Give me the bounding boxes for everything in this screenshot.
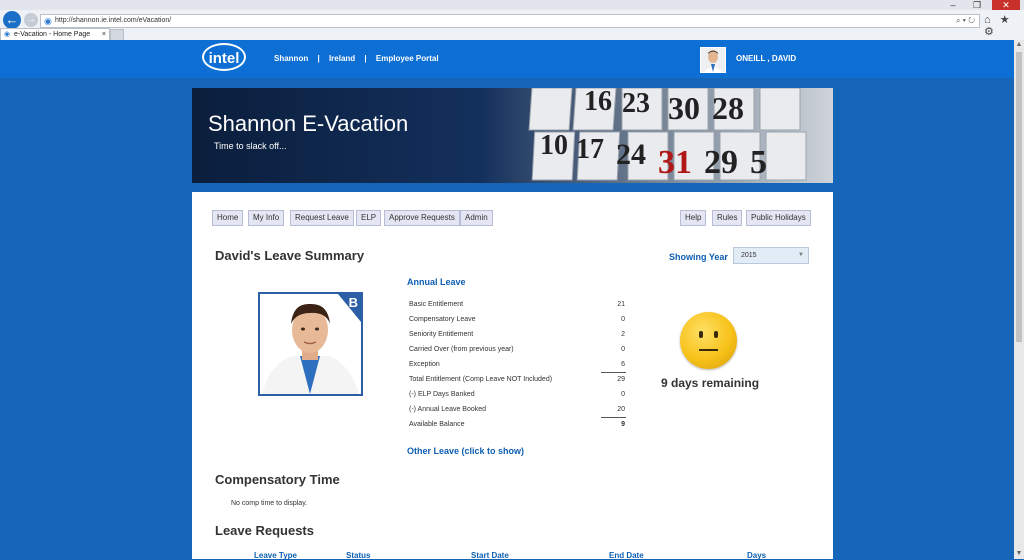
calendar-number: 10 [540, 130, 568, 161]
close-window-button[interactable]: ✕ [992, 0, 1020, 10]
address-bar[interactable]: ◉ http://shannon.ie.intel.com/eVacation/… [40, 14, 980, 28]
smiley-mouth [699, 349, 718, 351]
leave-row-label: Total Entitlement (Comp Leave NOT Includ… [409, 376, 553, 383]
banner: 16 23 30 28 10 17 24 31 29 5 Shannon E-V… [192, 88, 833, 183]
leave-row-label: (-) ELP Days Banked [409, 391, 475, 398]
restore-button[interactable]: ❐ [966, 0, 988, 10]
menu-public-holidays-button[interactable]: Public Holidays [746, 210, 811, 226]
nav-link-ireland[interactable]: Ireland [329, 54, 355, 63]
user-name[interactable]: ONEILL , DAVID [736, 54, 796, 63]
photo-badge: B [348, 295, 358, 310]
window-title-bar: – ❐ ✕ [0, 0, 1024, 10]
page-icon: ◉ [44, 16, 52, 26]
year-select-value: 2015 [741, 252, 757, 259]
calendar-number: 16 [584, 88, 612, 117]
nav-link-employee-portal[interactable]: Employee Portal [376, 54, 439, 63]
back-arrow-icon[interactable]: ← [3, 11, 21, 29]
leave-row-value: 21 [617, 301, 625, 308]
menu-admin-button[interactable]: Admin [460, 210, 493, 226]
header-nav: Shannon | Ireland | Employee Portal [274, 54, 446, 63]
neutral-face-icon [680, 312, 737, 369]
calendar-number: 24 [616, 138, 646, 171]
calendar-number: 29 [704, 144, 738, 181]
menu-home-button[interactable]: Home [212, 210, 244, 226]
site-header: intel Shannon | Ireland | Employee Porta… [0, 40, 1014, 78]
vertical-scrollbar[interactable]: ▲ ▼ [1014, 40, 1024, 559]
profile-photo-image [260, 294, 361, 394]
comp-time-empty-text: No comp time to display. [231, 500, 308, 507]
leave-row-label: Compensatory Leave [409, 316, 476, 323]
leave-row-label: (-) Annual Leave Booked [409, 406, 487, 413]
smiley-eye [714, 331, 718, 338]
scroll-down-icon[interactable]: ▼ [1014, 549, 1024, 559]
days-remaining: 9 days remaining [661, 376, 760, 390]
leave-row-label: Available Balance [409, 421, 465, 428]
subtotal-underline [601, 417, 626, 418]
nav-separator: | [364, 54, 367, 63]
showing-year-label: Showing Year [669, 252, 728, 262]
user-avatar-image [701, 48, 725, 72]
menu-request-leave-button[interactable]: Request Leave [290, 210, 354, 226]
menu-help-button[interactable]: Help [680, 210, 707, 226]
leave-row-value: 0 [621, 316, 625, 323]
smiley-eye [699, 331, 703, 338]
intel-logo[interactable]: intel [202, 43, 246, 71]
search-refresh-icon[interactable]: ⌕ ▾ ↻ [956, 15, 975, 27]
calendar-number: 30 [668, 90, 700, 126]
other-leave-link[interactable]: Other Leave (click to show) [407, 446, 524, 456]
calendar-number: 28 [712, 90, 744, 126]
nav-separator: | [317, 54, 320, 63]
minimize-button[interactable]: – [942, 0, 964, 10]
banner-tagline: Time to slack off... [214, 141, 287, 151]
leave-row-label: Seniority Entitlement [409, 331, 474, 338]
home-favorites-settings-icon[interactable]: ⌂ ★ ⚙ [984, 14, 1024, 38]
calendar-number: 23 [622, 88, 650, 119]
subtotal-underline [601, 372, 626, 373]
menu-approve-requests-button[interactable]: Approve Requests [384, 210, 460, 226]
leave-row-value: 2 [621, 331, 625, 338]
leave-row-value: 20 [617, 406, 625, 413]
user-avatar[interactable] [700, 47, 726, 73]
leave-row-label: Exception [409, 361, 440, 368]
main-panel: Home My Info Request Leave ELP Approve R… [192, 192, 833, 560]
annual-leave-heading[interactable]: Annual Leave [407, 277, 466, 287]
leave-row-label: Basic Entitlement [409, 301, 464, 308]
calendar-number: 17 [576, 134, 604, 165]
compensatory-time-heading: Compensatory Time [215, 472, 340, 487]
scroll-up-icon[interactable]: ▲ [1014, 40, 1024, 50]
nav-link-shannon[interactable]: Shannon [274, 54, 308, 63]
chevron-down-icon: ▼ [798, 252, 804, 258]
leave-row-value: 6 [621, 361, 625, 368]
calendar-number: 31 [658, 144, 692, 181]
menu-my-info-button[interactable]: My Info [248, 210, 285, 226]
menu-elp-button[interactable]: ELP [356, 210, 382, 226]
profile-photo: B [258, 292, 363, 396]
leave-row-value: 0 [621, 391, 625, 398]
leave-requests-heading: Leave Requests [215, 523, 314, 538]
year-select[interactable]: 2015 ▼ [733, 247, 809, 264]
menu-rules-button[interactable]: Rules [712, 210, 743, 226]
forward-arrow-icon[interactable]: → [24, 13, 38, 27]
address-url[interactable]: http://shannon.ie.intel.com/eVacation/ [55, 15, 171, 27]
leave-row-value: 29 [617, 376, 625, 383]
leave-row-value: 9 [621, 421, 625, 428]
page-title: David's Leave Summary [215, 248, 365, 263]
scrollbar-thumb[interactable] [1016, 52, 1022, 342]
calendar-number: 5 [750, 144, 767, 181]
leave-row-value: 0 [621, 346, 625, 353]
browser-chrome: – ❐ ✕ ← → ◉ http://shannon.ie.intel.com/… [0, 0, 1024, 41]
leave-row-label: Carried Over (from previous year) [409, 346, 514, 353]
banner-title: Shannon E-Vacation [208, 111, 409, 136]
